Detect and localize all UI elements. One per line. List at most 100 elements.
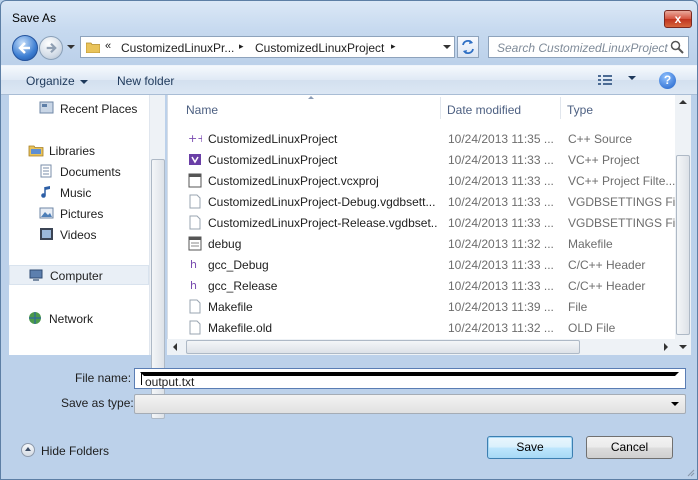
hide-folders-label: Hide Folders [41,444,110,458]
file-type: Makefile [568,237,613,251]
svg-text:++: ++ [188,132,202,145]
breadcrumb-current[interactable]: CustomizedLinuxProject [255,41,384,55]
back-button[interactable] [12,35,38,61]
title-bar[interactable]: Save As x [1,1,697,31]
nav-item-recent-places[interactable]: Recent Places [9,98,149,118]
generic-file-icon [188,194,202,209]
nav-item-music[interactable]: Music [9,182,149,202]
breadcrumb-overflow[interactable]: « [105,40,111,52]
nav-item-label: Pictures [60,207,104,221]
recent-places-icon [39,101,54,114]
file-name: gcc_Debug [208,258,269,272]
file-type: OLD File [568,321,616,335]
search-input[interactable]: Search CustomizedLinuxProject [488,36,689,58]
scrollbar-thumb[interactable] [676,155,690,335]
file-list: Name Date modified Type ++ CustomizedLinu… [167,95,691,355]
pictures-icon [39,207,54,219]
file-row[interactable]: Makefile.old 10/24/2013 11:32 ... OLD File [168,317,676,338]
organize-menu[interactable]: Organize [26,74,88,88]
libraries-icon [28,145,44,157]
recent-locations-dropdown[interactable] [67,45,75,49]
file-row[interactable]: h gcc_Debug 10/24/2013 11:33 ... C/C++ Head… [168,254,676,275]
nav-item-videos[interactable]: Videos [9,224,149,244]
column-header-date-modified[interactable]: Date modified [447,95,559,119]
scroll-right-arrow-icon[interactable] [664,343,668,351]
file-date-modified: 10/24/2013 11:32 ... [448,321,554,335]
file-row[interactable]: debug 10/24/2013 11:32 ... Makefile [168,233,676,254]
address-dropdown-icon[interactable] [443,45,451,49]
file-name: CustomizedLinuxProject.vcxproj [208,174,379,188]
cpp-source-icon: ++ [188,131,206,146]
nav-item-libraries[interactable]: Libraries [9,140,149,160]
file-row[interactable]: Makefile 10/24/2013 11:39 ... File [168,296,676,317]
chevron-down-icon[interactable] [140,372,679,376]
nav-item-label: Music [60,186,92,200]
file-date-modified: 10/24/2013 11:33 ... [448,258,554,272]
breadcrumb-parent[interactable]: CustomizedLinuxPr... [121,41,234,55]
save-as-type-select[interactable] [134,394,686,414]
cancel-button[interactable]: Cancel [586,436,673,459]
file-row[interactable]: CustomizedLinuxProject 10/24/2013 11:33 .… [168,149,676,170]
file-type: File [568,300,588,314]
address-bar[interactable]: « CustomizedLinuxPr... ▸ CustomizedLinux… [80,36,455,58]
breadcrumb-separator-end[interactable]: ▸ [391,41,396,52]
help-button[interactable]: ? [659,72,676,89]
nav-item-label: Computer [50,269,103,283]
file-date-modified: 10/24/2013 11:39 ... [448,300,554,314]
scroll-up-arrow-icon[interactable] [679,100,687,104]
chevron-down-icon [628,75,636,80]
file-list-vertical-scrollbar[interactable] [675,95,691,355]
nav-item-pictures[interactable]: Pictures [9,203,149,223]
videos-icon [40,228,53,240]
file-type: VGDBSETTINGS File [568,195,678,209]
generic-file-icon [188,215,202,230]
file-name: gcc_Release [208,279,278,293]
view-options-button[interactable] [597,73,613,90]
file-row[interactable]: CustomizedLinuxProject.vcxproj 10/24/2013… [168,170,676,191]
column-divider[interactable] [560,97,561,119]
nav-item-network[interactable]: Network [9,308,149,328]
file-row[interactable]: CustomizedLinuxProject-Debug.vgdbsett...… [168,191,678,212]
scroll-down-arrow-icon[interactable] [679,345,687,349]
breadcrumb-separator[interactable]: ▸ [239,41,244,52]
new-folder-button[interactable]: New folder [117,74,174,88]
save-button[interactable]: Save [487,436,573,459]
nav-item-documents[interactable]: Documents [9,161,149,181]
file-list-horizontal-scrollbar[interactable] [167,339,675,355]
view-options-dropdown[interactable] [623,70,636,84]
computer-icon [29,269,43,281]
file-date-modified: 10/24/2013 11:35 ... [448,132,554,146]
navigation-pane: Recent Places Libraries Documents Music … [9,95,165,355]
scroll-left-arrow-icon[interactable] [173,343,177,351]
svg-text:h: h [190,258,197,271]
file-date-modified: 10/24/2013 11:33 ... [448,174,554,188]
file-row[interactable]: CustomizedLinuxProject-Release.vgdbset..… [168,212,678,233]
column-header-name[interactable]: Name [186,95,436,119]
column-header-type[interactable]: Type [567,95,677,119]
generic-file-icon [188,320,202,335]
file-type: C/C++ Header [568,258,646,272]
nav-item-computer[interactable]: Computer [9,265,149,285]
search-placeholder: Search CustomizedLinuxProject [497,41,668,55]
file-type: VC++ Project [568,153,640,167]
chevron-down-icon [671,402,679,406]
column-divider[interactable] [440,97,441,119]
makefile-icon [188,236,202,251]
file-name-input[interactable]: output.txt [134,368,686,389]
resize-grip-icon[interactable] [685,467,695,477]
file-type: C/C++ Header [568,279,646,293]
refresh-button[interactable] [457,36,479,58]
forward-button[interactable] [39,36,63,60]
scrollbar-thumb[interactable] [186,340,580,354]
file-date-modified: 10/24/2013 11:33 ... [448,153,554,167]
save-as-dialog: Save As x « CustomizedLinuxPr... ▸ Custo… [0,0,698,480]
music-icon [41,186,50,198]
file-name: CustomizedLinuxProject [208,153,338,167]
file-row[interactable]: ++ CustomizedLinuxProject 10/24/2013 11:35… [168,128,676,149]
file-name-value: output.txt [145,375,195,389]
file-name: Makefile.old [208,321,273,335]
network-icon [29,312,41,324]
navigation-scrollbar[interactable] [149,95,165,419]
close-button[interactable]: x [664,10,692,28]
file-row[interactable]: h gcc_Release 10/24/2013 11:33 ... C/C++ He… [168,275,676,296]
